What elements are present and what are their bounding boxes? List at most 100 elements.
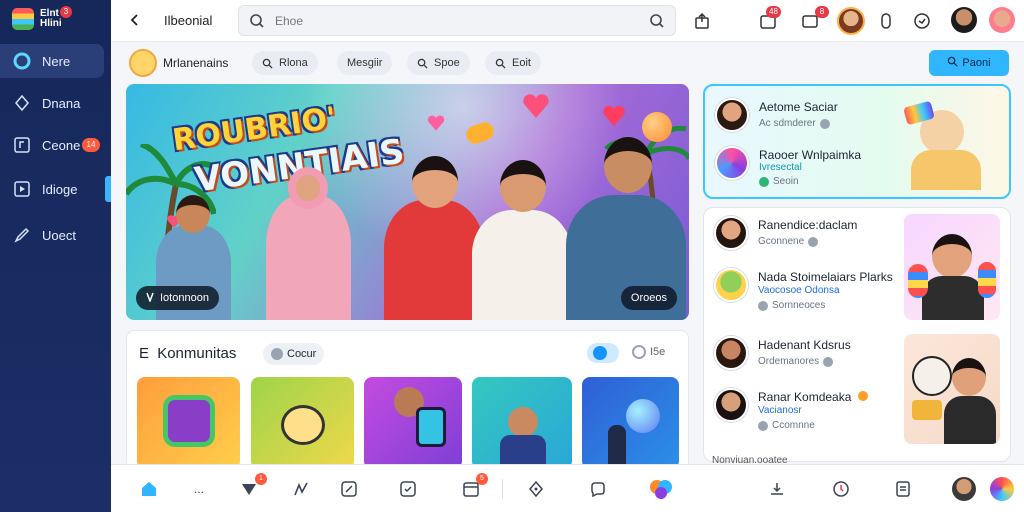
play-icon: [146, 292, 154, 305]
filter-chip[interactable]: Mesgiir: [337, 51, 393, 75]
logo-icon: [12, 8, 34, 30]
search-input[interactable]: [275, 12, 615, 30]
more-label: ...: [193, 482, 204, 496]
top-bar: Ilbeonial 48 8: [111, 0, 1024, 42]
search-submit-icon[interactable]: [649, 13, 665, 34]
home-icon[interactable]: [137, 477, 161, 501]
notification-badge: 14: [82, 138, 100, 152]
avatar: [714, 336, 748, 370]
view-toggle[interactable]: [587, 343, 619, 363]
filter-chip[interactable]: Spoe: [407, 51, 470, 75]
more-options[interactable]: I5e: [632, 345, 665, 359]
sidebar-item-explore[interactable]: Dnana: [0, 86, 104, 120]
person-illustration: [384, 156, 484, 320]
status-icon: [758, 420, 768, 431]
creator-list: Ranendice:daclam Gconnene Nada Stoimelai…: [703, 207, 1011, 462]
verified-icon: [808, 236, 819, 247]
badge-icon: [857, 391, 868, 401]
community-tile[interactable]: [251, 377, 354, 469]
hero-tag[interactable]: Iotonnoon: [136, 286, 219, 310]
inbox-badge: 48: [766, 6, 781, 18]
list-item[interactable]: Nada Stoimelaiars Plarks Vaocosoe Odonsa…: [714, 264, 904, 311]
item-subtitle: Ordemanores: [758, 356, 834, 367]
item-subtitle-text: Gconnene: [758, 236, 805, 247]
chip-label: Rlona: [279, 57, 308, 69]
more-options-label: I5e: [650, 346, 666, 358]
chat-icon[interactable]: [586, 477, 610, 501]
item-title: Hadenant Kdsrus: [758, 338, 851, 352]
chip-label: Eoit: [512, 57, 531, 69]
section-title: E Konmunitas: [139, 345, 236, 362]
robot-illustration: [163, 395, 215, 447]
edit-icon[interactable]: [337, 477, 361, 501]
sidebar-item-label: Uoect: [42, 227, 76, 243]
community-tile[interactable]: [137, 377, 240, 469]
upload-icon[interactable]: [765, 477, 789, 501]
community-icon[interactable]: [649, 477, 673, 501]
divider: [502, 479, 503, 499]
page-title: Ilbeonial: [164, 13, 213, 28]
community-tile[interactable]: [582, 377, 679, 469]
filter-chip[interactable]: Rlona: [252, 51, 318, 75]
list-item[interactable]: Hadenant Kdsrus Ordemanores: [714, 332, 904, 376]
document-icon[interactable]: [891, 477, 915, 501]
back-button[interactable]: [125, 10, 145, 30]
filter-chip[interactable]: Eoit: [485, 51, 541, 75]
sidebar-item-home[interactable]: Nere: [0, 44, 104, 78]
sidebar: Elnt Hlini 3 Nere Dnana Ceone 14 Idioge …: [0, 0, 111, 512]
sidebar-item-label: Nere: [42, 53, 71, 69]
avatar[interactable]: [837, 7, 865, 35]
search-bar[interactable]: [238, 5, 676, 36]
list-item[interactable]: Ranendice:daclam Gconnene: [714, 212, 904, 256]
featured-card[interactable]: Aetome Saciar Ac sdmderer Raooer Wnlpaim…: [703, 84, 1011, 199]
hero-banner[interactable]: ROUBRIO' VONNTIAIS Iotonnoon Oroeos: [126, 84, 689, 320]
item-meta: Sornneoces: [758, 300, 825, 311]
sidebar-item-video[interactable]: Idioge: [0, 172, 104, 206]
app-logo[interactable]: Elnt Hlini 3: [10, 6, 100, 36]
checkbox-icon[interactable]: [396, 477, 420, 501]
more-icon[interactable]: ...: [187, 477, 211, 501]
bubble-illustration: [626, 399, 660, 433]
person-illustration: [508, 407, 538, 437]
item-meta-text: Sornneoces: [772, 300, 826, 311]
item-title: Raooer Wnlpaimka: [759, 148, 862, 162]
location-icon[interactable]: [524, 477, 548, 501]
app-icon: [715, 146, 749, 180]
list-item[interactable]: Ranar Komdeaka Vacianosr Ccomnne: [714, 384, 904, 431]
clock-icon[interactable]: [829, 477, 853, 501]
logo-badge: 3: [60, 6, 72, 18]
notifications-icon[interactable]: [911, 10, 933, 32]
gesture-icon[interactable]: [289, 477, 313, 501]
status-icon: [758, 300, 768, 311]
user-avatar[interactable]: [952, 477, 976, 501]
toy-illustration: [978, 262, 996, 298]
balloon-icon: [642, 112, 672, 142]
channel-avatar[interactable]: [129, 49, 157, 77]
active-indicator: [105, 176, 111, 202]
sidebar-item-edit[interactable]: Uoect: [0, 218, 104, 252]
user-avatar[interactable]: [951, 7, 977, 33]
list-item[interactable]: Aetome Saciar Ac sdmderer: [715, 94, 905, 138]
share-icon[interactable]: [691, 10, 713, 32]
hero-tag[interactable]: Oroeos: [620, 286, 677, 310]
chevron-left-icon: [130, 14, 138, 26]
item-meta: Ccomnne: [758, 420, 815, 431]
mascot-illustration: [912, 356, 952, 396]
child-illustration: [911, 150, 981, 190]
tablet-illustration: [416, 407, 446, 447]
bookmark-icon[interactable]: [875, 10, 897, 32]
creator-thumbnail[interactable]: [904, 334, 1000, 444]
avatar: [714, 388, 748, 422]
list-item[interactable]: Raooer Wnlpaimka Ivresectal Seoin: [715, 142, 905, 187]
item-subtitle-text: Ordemanores: [758, 356, 820, 367]
profile-avatar[interactable]: [989, 7, 1015, 33]
creator-thumbnail[interactable]: [904, 214, 1000, 320]
person-illustration: [922, 276, 984, 320]
community-tile[interactable]: [364, 377, 462, 469]
primary-button[interactable]: Paoni: [929, 50, 1009, 76]
filter-chip[interactable]: Cocur: [263, 343, 325, 365]
community-tile[interactable]: [472, 377, 572, 469]
app-switcher-icon[interactable]: [990, 477, 1014, 501]
filter-bar: Mrlanenains Rlona Mesgiir Spoe Eoit Paon…: [111, 43, 1024, 83]
search-icon: [947, 56, 958, 70]
